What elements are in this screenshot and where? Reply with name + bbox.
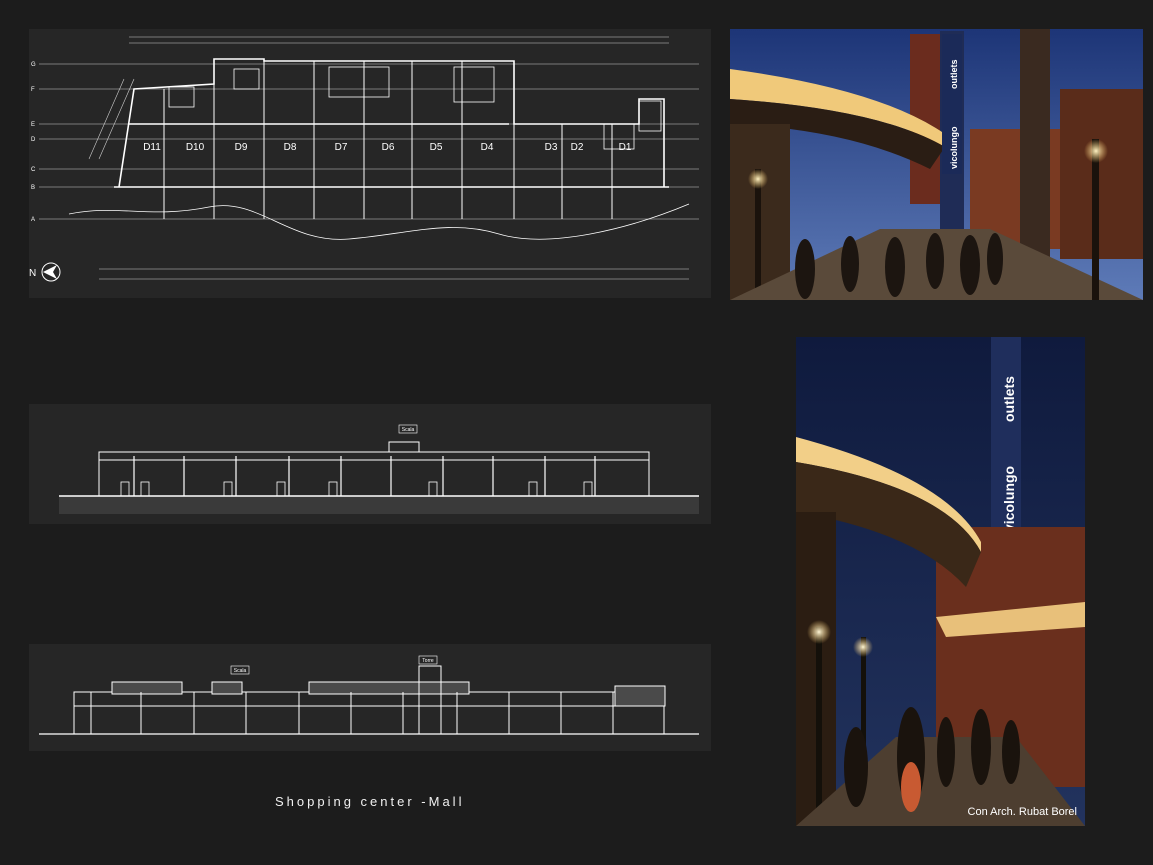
unit-label: D3 <box>545 142 558 153</box>
grid-row-label: B <box>31 185 35 191</box>
ground-hatch <box>59 496 699 514</box>
mall-photo-bottom: vicolungo outlets Con Arch. Rubat Borel <box>796 337 1085 826</box>
sign-brand-text: vicolungo <box>949 126 959 169</box>
section-drawing: Scala <box>59 424 699 514</box>
grid-row-label: D <box>31 137 36 143</box>
unit-label: D7 <box>335 142 348 153</box>
unit-label: D8 <box>284 142 297 153</box>
unit-label: D4 <box>481 142 494 153</box>
elevation-drawing: Scala Torre <box>39 655 699 735</box>
north-arrow-icon <box>41 262 61 282</box>
sign-word-text-2: outlets <box>1001 376 1017 422</box>
grid-row-label: C <box>31 167 36 173</box>
section-panel: Scala <box>29 404 711 524</box>
elevation-panel: Scala Torre <box>29 644 711 751</box>
unit-label: D5 <box>430 142 443 153</box>
unit-label: D9 <box>235 142 248 153</box>
floor-plan-panel: G F E D C B A D11 D10 D9 D8 D7 D6 D5 D4 … <box>29 29 711 298</box>
north-label: N <box>29 268 36 279</box>
photo-credit: Con Arch. Rubat Borel <box>967 806 1077 818</box>
grid-row-label: E <box>31 122 35 128</box>
unit-label: D6 <box>382 142 395 153</box>
mall-photo-top: vicolungo outlets <box>730 29 1143 300</box>
floor-plan-drawing: G F E D C B A D11 D10 D9 D8 D7 D6 D5 D4 … <box>29 36 699 282</box>
section-tag: Scala <box>402 427 415 433</box>
elevation-tag: Scala <box>234 668 247 674</box>
sign-word-text: outlets <box>949 59 959 89</box>
elevation-tag: Torre <box>422 658 434 664</box>
grid-row-label: A <box>31 217 35 223</box>
unit-label: D11 <box>143 142 161 153</box>
unit-label: D1 <box>619 142 632 153</box>
sign-brand-text-2: vicolungo <box>1001 466 1017 532</box>
grid-row-label: F <box>31 87 35 93</box>
unit-label: D2 <box>571 142 584 153</box>
page-caption: Shopping center -Mall <box>275 794 465 809</box>
grid-row-label: G <box>31 62 36 68</box>
unit-label: D10 <box>186 142 205 153</box>
